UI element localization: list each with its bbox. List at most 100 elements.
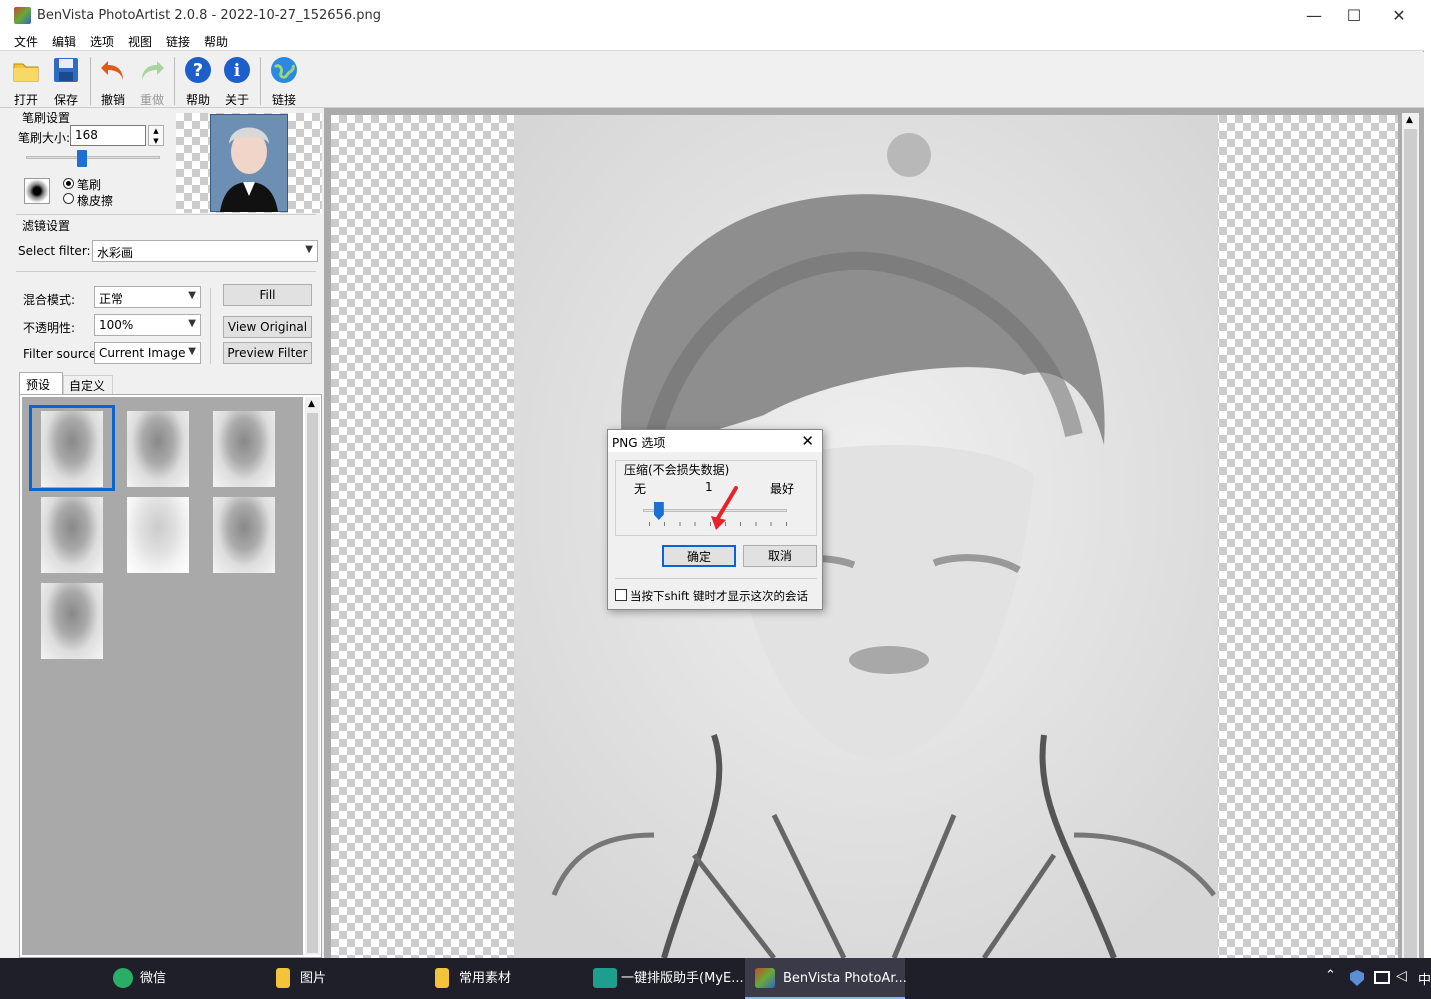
settings-panel: 笔刷设置 笔刷大小: 168 ▲ ▼ 笔刷 橡皮擦 滤镜设置 Select fil… (8, 108, 324, 958)
svg-text:?: ? (193, 60, 203, 81)
opacity-select[interactable]: 100% ▼ (94, 314, 201, 336)
app-icon (593, 968, 617, 988)
divider (615, 578, 817, 579)
brush-preview-icon (24, 178, 50, 204)
show-dialog-checkbox[interactable] (615, 589, 627, 601)
divider (16, 214, 316, 215)
menu-help[interactable]: 帮助 (204, 33, 228, 50)
filter-group-label: 滤镜设置 (22, 219, 71, 233)
folder-icon (435, 968, 449, 988)
eraser-mode-radio[interactable] (63, 193, 74, 204)
divider (16, 271, 316, 272)
fill-button[interactable]: Fill (223, 284, 312, 306)
chevron-down-icon: ▼ (188, 290, 196, 301)
preset-thumbnail[interactable] (213, 411, 275, 487)
compression-max-label: 最好 (770, 482, 795, 496)
menu-view[interactable]: 视图 (128, 33, 152, 50)
folder-icon (13, 63, 39, 82)
undo-button[interactable]: 撤销 (95, 55, 131, 107)
preset-thumbnail[interactable] (213, 497, 275, 573)
brush-mode-label: 笔刷 (77, 178, 102, 192)
preset-thumbnail[interactable] (41, 583, 103, 659)
taskbar-item-layout-assistant[interactable]: 一键排版助手(MyE... (583, 958, 744, 999)
network-icon[interactable] (1374, 971, 1390, 984)
input-language[interactable]: 中 (1418, 969, 1431, 988)
brush-size-track[interactable] (26, 156, 160, 159)
eraser-mode-label: 橡皮擦 (77, 194, 114, 208)
chevron-down-icon: ▼ (188, 346, 196, 357)
select-filter-label: Select filter: (18, 244, 91, 258)
brush-mode-radio[interactable] (63, 178, 74, 189)
preset-thumbnail[interactable] (41, 411, 103, 487)
blend-mode-label: 混合模式: (23, 293, 76, 307)
about-button[interactable]: i 关于 (219, 55, 255, 107)
taskbar-item-wechat[interactable]: 微信 (103, 958, 263, 999)
menu-link[interactable]: 链接 (166, 33, 190, 50)
shield-icon[interactable] (1350, 970, 1364, 986)
taskbar-item-photoartist[interactable]: BenVista PhotoAr... (745, 958, 907, 999)
toolbar-divider (90, 57, 91, 105)
tab-custom[interactable]: 自定义 (63, 375, 113, 394)
canvas-area[interactable]: ▲ (324, 108, 1424, 958)
brush-size-input[interactable]: 168 (70, 125, 146, 146)
toolbar: 打开 保存 撤销 重做 ? 帮助 i 关于 链接 (0, 52, 1424, 108)
wechat-icon (113, 968, 133, 988)
folder-icon (276, 968, 290, 988)
opacity-label: 不透明性: (23, 321, 76, 335)
filter-source-select[interactable]: Current Image ▼ (94, 342, 201, 364)
brush-size-thumb[interactable] (77, 150, 88, 167)
open-button[interactable]: 打开 (8, 55, 44, 107)
tab-presets[interactable]: 预设 (19, 372, 63, 394)
canvas-scrollbar[interactable]: ▲ (1402, 113, 1419, 958)
volume-icon[interactable]: ◁ (1396, 968, 1407, 984)
taskbar-item-materials[interactable]: 常用素材 (425, 958, 575, 999)
menu-edit[interactable]: 编辑 (52, 33, 76, 50)
link-button[interactable]: 链接 (266, 55, 302, 107)
help-icon: ? (185, 57, 211, 83)
help-button[interactable]: ? 帮助 (180, 55, 216, 107)
scroll-thumb[interactable] (1404, 129, 1417, 958)
arrow-annotation-icon (711, 486, 738, 530)
redo-button[interactable]: 重做 (134, 55, 170, 107)
save-button[interactable]: 保存 (48, 55, 84, 107)
maximize-button[interactable]: ☐ (1332, 0, 1376, 31)
compression-min-label: 无 (634, 482, 647, 496)
preset-thumbnail[interactable] (41, 497, 103, 573)
info-icon: i (224, 57, 250, 83)
source-preview[interactable] (176, 113, 322, 213)
minimize-button[interactable]: — (1292, 0, 1336, 31)
dialog-title: PNG 选项 (608, 430, 822, 452)
tray-chevron-icon[interactable]: ⌃ (1325, 968, 1336, 983)
png-options-dialog: PNG 选项 ✕ 压缩(不会损失数据) 无 1 最好 确定 取消 当按下shif… (607, 429, 823, 610)
view-original-button[interactable]: View Original (223, 316, 312, 338)
app-logo-icon (14, 7, 31, 24)
show-dialog-checkbox-label: 当按下shift 键时才显示这次的会话 (630, 589, 808, 603)
globe-icon (271, 57, 297, 83)
scroll-thumb[interactable] (307, 413, 318, 953)
window-title: BenVista PhotoArtist 2.0.8 - 2022-10-27_… (37, 8, 381, 23)
scroll-up-icon[interactable]: ▲ (308, 399, 315, 409)
preview-filter-button[interactable]: Preview Filter (223, 342, 312, 364)
dialog-close-button[interactable]: ✕ (801, 432, 814, 450)
menu-bar: 文件 编辑 选项 视图 链接 帮助 (0, 31, 1424, 51)
toolbar-divider (174, 57, 175, 105)
presets-scrollbar[interactable]: ▲ (305, 397, 320, 955)
ok-button[interactable]: 确定 (662, 545, 736, 567)
chevron-down-icon: ▼ (188, 318, 196, 329)
chevron-down-icon: ▼ (305, 244, 313, 255)
close-button[interactable]: ✕ (1377, 0, 1421, 31)
menu-file[interactable]: 文件 (14, 33, 38, 50)
brush-size-spinner[interactable]: ▲ ▼ (148, 125, 164, 146)
scroll-up-icon[interactable]: ▲ (1406, 115, 1413, 125)
undo-icon (101, 61, 123, 80)
preset-thumbnail[interactable] (127, 411, 189, 487)
taskbar-item-pictures[interactable]: 图片 (266, 958, 416, 999)
divider (210, 288, 211, 364)
app-logo-icon (755, 968, 775, 988)
preset-thumbnail[interactable] (127, 497, 189, 573)
filter-select[interactable]: 水彩画 ▼ (92, 240, 318, 262)
compression-group-label: 压缩(不会损失数据) (622, 461, 732, 478)
menu-options[interactable]: 选项 (90, 33, 114, 50)
blend-mode-select[interactable]: 正常 ▼ (94, 286, 201, 308)
cancel-button[interactable]: 取消 (743, 545, 817, 567)
